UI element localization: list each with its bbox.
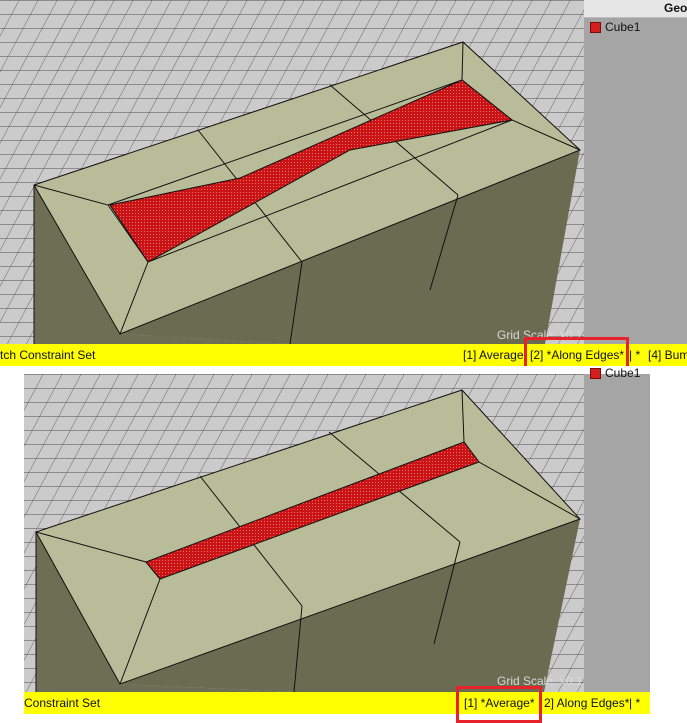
bottom-geometry-panel: Cube1 [584, 366, 650, 692]
tree-item-cube1[interactable]: Cube1 [590, 366, 640, 380]
geometry-panel-header: Geon [584, 0, 687, 18]
option-separator: | * [629, 696, 641, 710]
bottom-viewport[interactable]: Grid Scale: x0.1 [24, 374, 584, 692]
cube-icon [590, 367, 601, 379]
top-scene [0, 0, 584, 344]
screenshot-divider [0, 366, 687, 374]
top-geometry-panel: Geon Cube1 [584, 0, 687, 344]
bottom-status-bar: Constraint Set [1] *Average* 2] Along Ed… [24, 692, 650, 714]
option-separator: | * [629, 348, 641, 362]
option-1-average[interactable]: [1] Average [463, 344, 524, 366]
tree-item-cube1[interactable]: Cube1 [590, 20, 640, 34]
highlight-box-bottom [456, 686, 542, 723]
status-label: Constraint Set [24, 696, 101, 710]
option-4-bumps[interactable]: [4] Bum [648, 344, 687, 366]
tree-item-label: Cube1 [605, 20, 641, 34]
status-label: tch Constraint Set [0, 348, 96, 362]
tree-item-label: Cube1 [605, 366, 641, 380]
top-viewport[interactable]: Grid Scale: x0.1 [0, 0, 584, 344]
bottom-scene [24, 374, 584, 692]
cube-icon [590, 21, 601, 33]
option-2-along-edges[interactable]: 2] Along Edges* [544, 692, 629, 714]
